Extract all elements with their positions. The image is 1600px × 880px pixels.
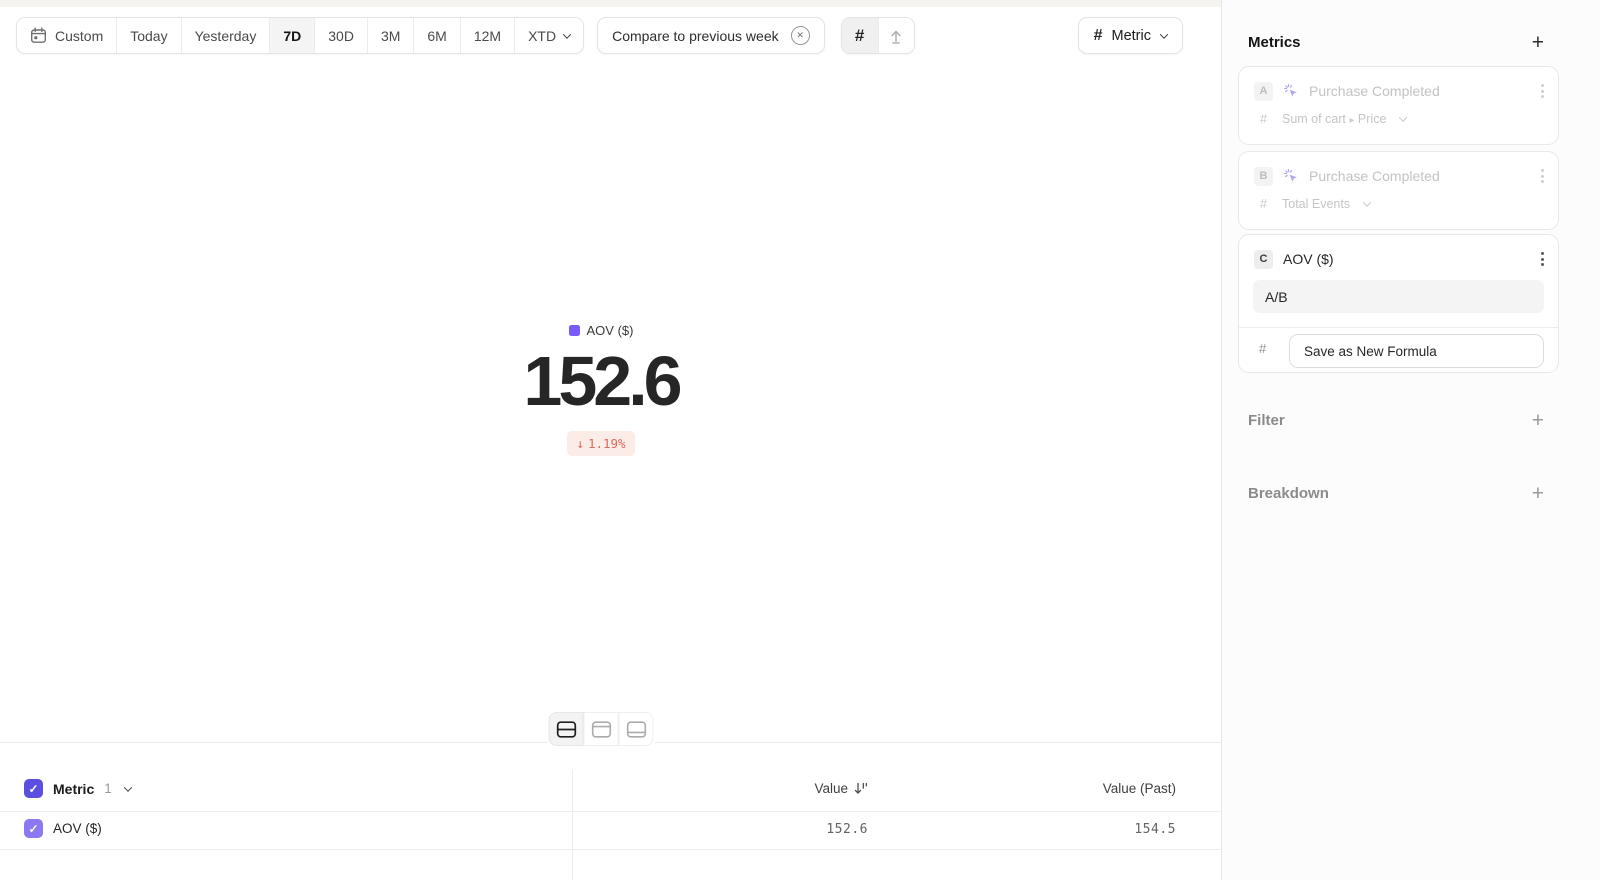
breadcrumb-arrow-icon: ▸ [1349,115,1354,126]
bottom-panel-view-button[interactable] [619,712,654,746]
filter-section-header: Filter + [1248,410,1544,431]
compare-chip-label: Compare to previous week [612,28,779,44]
metric-dropdown-label: Metric [1112,28,1151,44]
compare-chip[interactable]: Compare to previous week ✕ [597,17,825,54]
hash-icon: # [855,26,864,46]
kpi-value: 152.6 [0,346,1202,416]
analytics-app: Custom Today Yesterday 7D 30D 3M 6M 12M … [0,0,1600,880]
legend-swatch [569,325,580,336]
add-metric-icon[interactable]: + [1532,32,1544,53]
aggregation-dropdown[interactable]: # Sum of cart ▸ Price [1257,112,1406,126]
remove-compare-icon[interactable]: ✕ [791,26,810,45]
arrow-down-icon: ↓ [576,436,584,451]
chevron-down-icon [1363,198,1371,206]
add-breakdown-icon[interactable]: + [1532,483,1544,504]
split-view-icon [556,721,576,738]
chevron-down-icon [1399,113,1407,121]
value-format-toggle: # [841,17,915,54]
row-checkbox[interactable] [24,819,43,838]
kpi-block: AOV ($) 152.6 ↓ 1.19% [0,323,1202,456]
kpi-legend: AOV ($) [0,323,1202,338]
metric-event-name: Purchase Completed [1309,83,1440,99]
table-metric-header: Metric 1 [24,779,131,798]
table-column-divider [572,770,573,880]
metric-card-a[interactable]: A Purchase Completed # Sum of cart ▸ Pri… [1238,66,1559,145]
table-row: AOV ($) [24,819,102,838]
aggregation-label: Sum of cart ▸ Price [1282,112,1386,126]
hash-icon: # [1259,341,1266,356]
top-panel-view-button[interactable] [584,712,619,746]
chevron-down-icon [563,30,571,38]
metric-header-checkbox[interactable] [24,779,43,798]
hash-icon: # [1257,197,1270,211]
annotations-button[interactable] [878,18,914,53]
metric-badge-c: C [1254,250,1273,269]
aggregation-label: Total Events [1282,197,1350,211]
breakdown-section-header: Breakdown + [1248,483,1544,504]
date-range-yesterday[interactable]: Yesterday [181,18,270,53]
row-value-past: 154.5 [1134,822,1176,837]
chevron-down-icon[interactable] [124,783,132,791]
row-value: 152.6 [826,822,868,837]
bottom-panel-view-icon [626,721,646,738]
hash-icon: # [1094,27,1103,45]
layout-toggle-group [547,710,656,748]
kebab-menu-icon[interactable] [1537,165,1548,187]
hash-icon: # [1257,112,1270,126]
date-range-label: Custom [55,28,103,44]
report-toolbar: Custom Today Yesterday 7D 30D 3M 6M 12M … [16,17,1183,54]
date-range-3m[interactable]: 3M [367,18,413,53]
formula-input[interactable] [1253,280,1544,313]
query-builder-sidebar: Metrics + A Purchase Completed # Sum of [1222,0,1600,880]
legend-label: AOV ($) [587,323,634,338]
row-metric-name: AOV ($) [53,821,102,836]
chevron-down-icon [1160,30,1168,38]
date-range-12m[interactable]: 12M [460,18,514,53]
date-range-today[interactable]: Today [116,18,180,53]
value-past-column-header[interactable]: Value (Past) [1103,781,1176,796]
kebab-menu-icon[interactable] [1537,80,1548,102]
save-as-new-formula-button[interactable]: Save as New Formula [1289,334,1544,368]
table-row-divider [0,849,1221,850]
kpi-change-badge: ↓ 1.19% [567,431,634,456]
split-view-button[interactable] [549,712,584,746]
calendar-icon [30,27,47,44]
metric-header-label: Metric [53,781,94,797]
date-range-custom[interactable]: Custom [17,18,116,53]
metric-card-b[interactable]: B Purchase Completed # Total Events [1238,151,1559,230]
top-strip [0,0,1221,7]
metric-badge-b: B [1254,167,1273,186]
formula-title: AOV ($) [1283,251,1334,267]
card-inner-divider [1239,327,1558,328]
arrow-up-from-line-icon [887,27,905,45]
kebab-menu-icon[interactable] [1537,248,1548,270]
filter-section-label: Filter [1248,412,1285,429]
number-format-button[interactable]: # [842,18,878,53]
kpi-change-value: 1.19% [588,436,626,451]
metrics-section-header: Metrics + [1248,32,1544,53]
date-range-6m[interactable]: 6M [413,18,459,53]
formula-card-c[interactable]: C AOV ($) # Save as New Formula [1238,234,1559,373]
aggregation-dropdown[interactable]: # Total Events [1257,197,1370,211]
sort-descending-icon [854,782,868,795]
metrics-section-label: Metrics [1248,34,1301,51]
report-canvas: Custom Today Yesterday 7D 30D 3M 6M 12M … [0,0,1221,880]
metric-count: 1 [104,781,112,796]
date-range-7d[interactable]: 7D [269,18,314,53]
event-click-icon [1283,83,1299,99]
table-header-divider [0,811,1221,812]
metric-event-name: Purchase Completed [1309,168,1440,184]
breakdown-section-label: Breakdown [1248,485,1329,502]
top-panel-view-icon [591,721,611,738]
date-range-30d[interactable]: 30D [314,18,367,53]
metric-badge-a: A [1254,82,1273,101]
add-filter-icon[interactable]: + [1532,410,1544,431]
event-click-icon [1283,168,1299,184]
metric-dropdown-button[interactable]: # Metric [1078,17,1183,54]
value-column-header[interactable]: Value [814,781,868,796]
date-range-xtd[interactable]: XTD [514,18,583,53]
date-range-control: Custom Today Yesterday 7D 30D 3M 6M 12M … [16,17,584,54]
